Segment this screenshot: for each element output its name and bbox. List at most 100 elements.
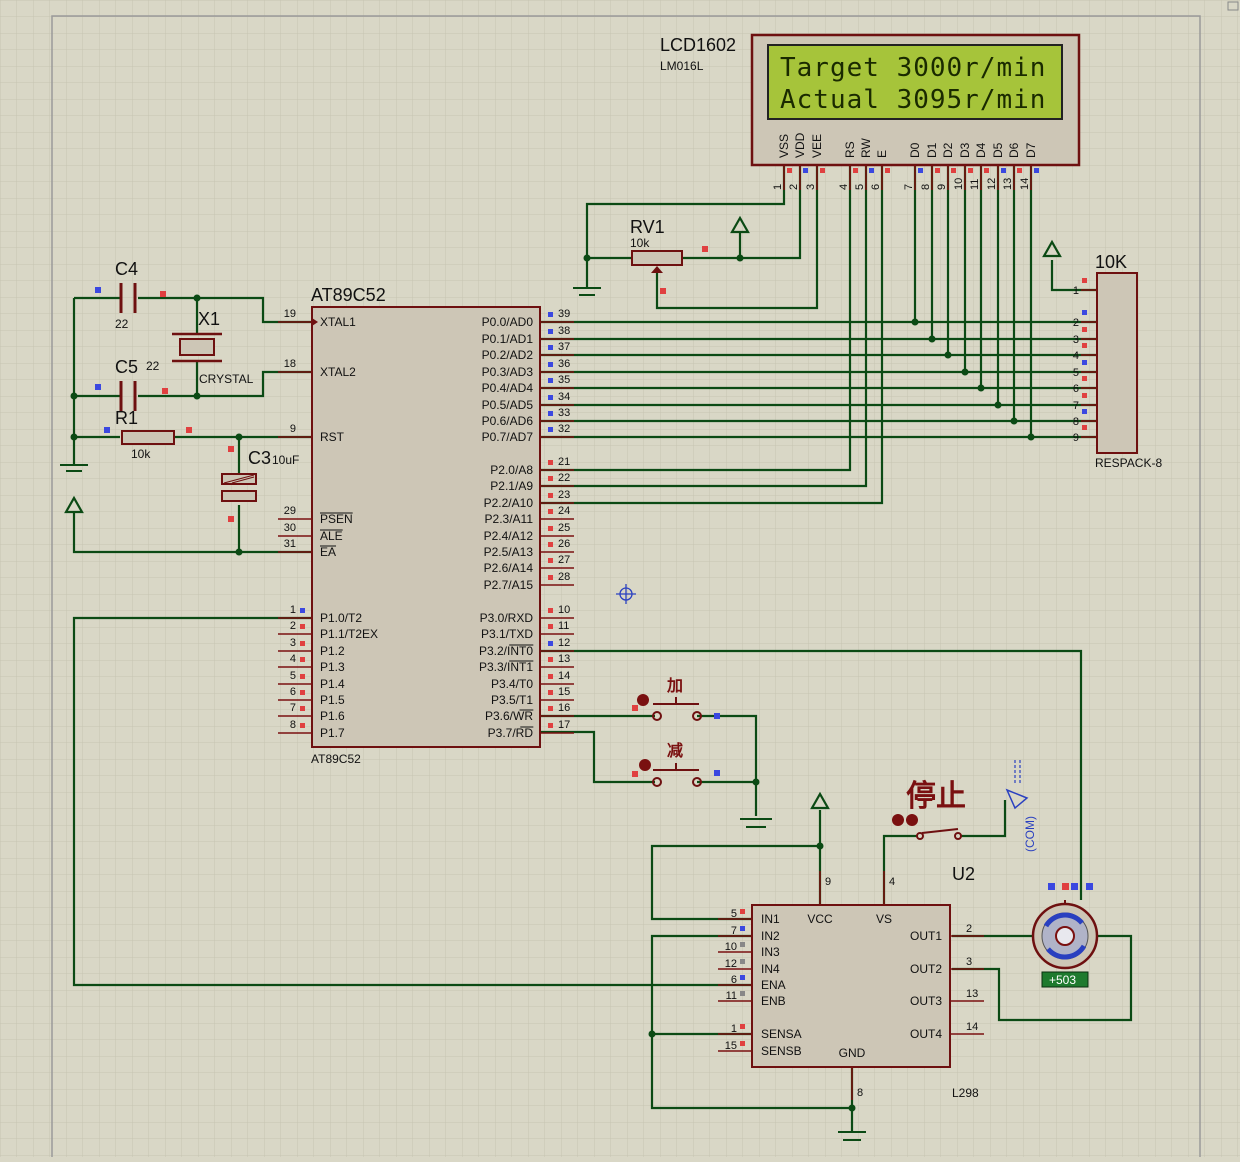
pin-number: 8 xyxy=(920,184,932,190)
pin-label: P1.5 xyxy=(320,693,345,707)
pin-label: P2.7/A15 xyxy=(484,578,534,592)
pin-number: 26 xyxy=(558,538,570,550)
c4-value: 22 xyxy=(115,317,129,331)
c5-designator: C5 xyxy=(115,357,138,377)
c5-value: 22 xyxy=(146,359,160,373)
pin-number: 13 xyxy=(558,653,570,665)
pin-label: P1.0/T2 xyxy=(320,611,362,625)
pin-number: 16 xyxy=(558,702,570,714)
pin-number: 34 xyxy=(558,391,570,403)
x1-designator: X1 xyxy=(198,309,220,329)
mcu-part-label: AT89C52 xyxy=(311,752,361,766)
pin-number: 22 xyxy=(558,472,570,484)
pin-label: P0.5/AD5 xyxy=(482,398,534,412)
pin-label: OUT4 xyxy=(910,1027,942,1041)
lcd-pin-label: D1 xyxy=(925,142,939,158)
pin-label: P3.5/T1 xyxy=(491,693,533,707)
pin-number: 9 xyxy=(290,423,296,435)
pin-label: SENSA xyxy=(761,1027,802,1041)
c4-designator: C4 xyxy=(115,259,138,279)
respack-body[interactable] xyxy=(1096,272,1138,454)
pin-label: P1.7 xyxy=(320,726,345,740)
pin-label: P0.1/AD1 xyxy=(482,332,534,346)
pin-number: 7 xyxy=(731,925,737,937)
pin-number: 4 xyxy=(838,184,850,190)
pin-number: 12 xyxy=(725,958,737,970)
pin-number: 13 xyxy=(1002,178,1014,190)
pin-label: P3.7/RD xyxy=(488,726,534,740)
rv1-designator: RV1 xyxy=(630,217,665,237)
pin-label: P0.7/AD7 xyxy=(482,430,534,444)
pin-label: OUT2 xyxy=(910,962,942,976)
pin-label: P1.2 xyxy=(320,644,345,658)
lcd-pin-label: D2 xyxy=(941,142,955,158)
pin-number: 2 xyxy=(1073,317,1079,329)
pin-label: ALE xyxy=(320,529,343,543)
com-terminal-label: (COM) xyxy=(1023,816,1037,852)
pin-number: 12 xyxy=(986,178,998,190)
pin-label: RST xyxy=(320,430,345,444)
pin-label: P0.0/AD0 xyxy=(482,315,534,329)
respack-designator: 10K xyxy=(1095,252,1127,272)
pin-label: P1.6 xyxy=(320,709,345,723)
pin-number: 8 xyxy=(290,719,296,731)
c3-designator: C3 xyxy=(248,448,271,468)
schematic-canvas[interactable]: AT89C52 AT89C52 19 XTAL1 18 XTAL2 9 RST 29 PSEN… xyxy=(0,0,1240,1162)
pin-label: P0.4/AD4 xyxy=(482,381,534,395)
pin-label: P3.1/TXD xyxy=(481,627,533,641)
pin-label: P2.0/A8 xyxy=(490,463,533,477)
pin-label: OUT1 xyxy=(910,929,942,943)
c3-value: 10uF xyxy=(272,453,299,467)
lcd-pin-label: D5 xyxy=(991,142,1005,158)
pin-number: 3 xyxy=(966,956,972,968)
pin-number: 18 xyxy=(284,358,296,370)
pin-label: VCC xyxy=(807,912,833,926)
pin-number: 1 xyxy=(1073,285,1079,297)
pin-number: 10 xyxy=(725,941,737,953)
pin-number: 7 xyxy=(903,184,915,190)
pin-label: P0.3/AD3 xyxy=(482,365,534,379)
pin-number: 11 xyxy=(969,179,981,190)
pin-number: 11 xyxy=(558,620,569,632)
pin-number: 8 xyxy=(857,1087,863,1099)
lcd-pin-label: D3 xyxy=(958,142,972,158)
lcd-pin-label: RW xyxy=(859,138,873,158)
pin-label: IN1 xyxy=(761,912,780,926)
pin-number: 38 xyxy=(558,325,570,337)
pin-number: 1 xyxy=(290,604,296,616)
pin-number: 1 xyxy=(731,1023,737,1035)
pin-label: SENSB xyxy=(761,1044,802,1058)
rv1-body[interactable] xyxy=(631,250,683,266)
stop-switch-label: 停止 xyxy=(906,780,966,813)
lcd-line-2: Actual 3095r/min xyxy=(780,85,1046,115)
pin-number: 39 xyxy=(558,308,570,320)
pin-number: 36 xyxy=(558,358,570,370)
pin-label: P2.3/A11 xyxy=(485,512,534,526)
lcd-pin-label: VEE xyxy=(810,134,824,158)
lcd-pin-label: D7 xyxy=(1024,142,1038,158)
pin-label: XTAL1 xyxy=(320,315,356,329)
pin-label: ENA xyxy=(761,978,786,992)
pin-number: 29 xyxy=(284,505,296,517)
pin-number: 4 xyxy=(889,876,895,888)
lcd-pin-label: D4 xyxy=(974,142,988,158)
pin-number: 7 xyxy=(1073,400,1079,412)
at89c52-mcu[interactable]: AT89C52 AT89C52 19XTAL118XTAL29RST29PSEN… xyxy=(278,285,574,766)
pin-number: 6 xyxy=(870,184,882,190)
pin-label: P3.0/RXD xyxy=(480,611,534,625)
pin-number: 33 xyxy=(558,407,570,419)
pin-number: 14 xyxy=(1019,178,1031,190)
pin-label: IN4 xyxy=(761,962,780,976)
pin-label: P2.1/A9 xyxy=(490,479,533,493)
mcu-designator: AT89C52 xyxy=(311,285,386,305)
pin-label: XTAL2 xyxy=(320,365,356,379)
pin-number: 1 xyxy=(772,184,784,190)
pin-number: 37 xyxy=(558,341,570,353)
pin-number: 9 xyxy=(1073,432,1079,444)
pin-number: 28 xyxy=(558,571,570,583)
pin-number: 13 xyxy=(966,988,978,1000)
pin-number: 14 xyxy=(966,1021,978,1033)
pin-number: 3 xyxy=(805,184,817,190)
pin-label: GND xyxy=(839,1046,866,1060)
pin-label: IN3 xyxy=(761,945,780,959)
